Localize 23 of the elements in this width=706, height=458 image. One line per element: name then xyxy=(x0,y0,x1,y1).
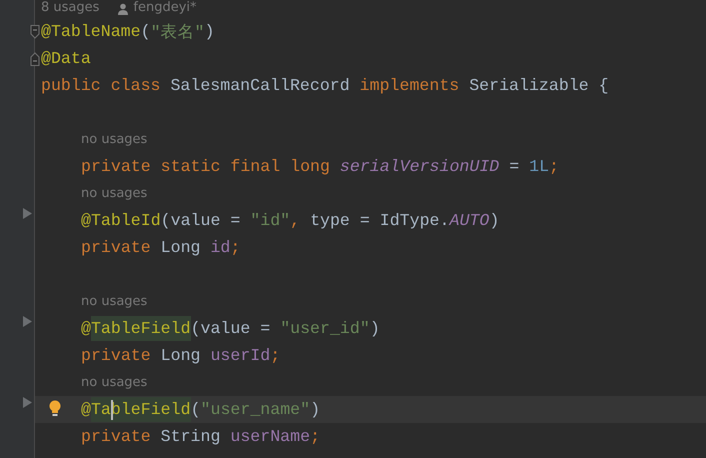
fold-icon[interactable] xyxy=(30,52,40,66)
code-line: @TableId(value = "id", type = IdType.AUTO) xyxy=(81,211,500,230)
code-line: private Long userId; xyxy=(81,346,280,365)
usages-hint: no usages xyxy=(81,132,148,147)
lightbulb-icon[interactable] xyxy=(49,400,61,417)
code-line: private String userName; xyxy=(81,427,320,446)
code-line: @TableField(value = "user_id") xyxy=(81,316,380,341)
code-line: private Long id; xyxy=(81,238,240,257)
code-line: @TableName("表名") xyxy=(41,21,214,42)
code-line: private static final long serialVersionUID = 1L; xyxy=(81,157,559,176)
code-line: @Data xyxy=(41,49,91,68)
code-line: public class SalesmanCallRecord implements Serializable { xyxy=(41,76,609,95)
usages-hint: no usages xyxy=(81,294,148,309)
author-hint: fengdeyi* xyxy=(133,0,197,15)
run-triangle-icon[interactable] xyxy=(23,397,32,408)
fold-icon[interactable] xyxy=(30,24,40,38)
usages-hint: no usages xyxy=(81,186,148,201)
run-triangle-icon[interactable] xyxy=(23,316,32,327)
person-icon xyxy=(117,3,130,15)
usages-hint: no usages xyxy=(81,375,148,390)
usages-hint: 8 usages xyxy=(41,0,100,15)
code-line: @TableField("user_name") xyxy=(81,397,320,422)
run-triangle-icon[interactable] xyxy=(23,208,32,219)
